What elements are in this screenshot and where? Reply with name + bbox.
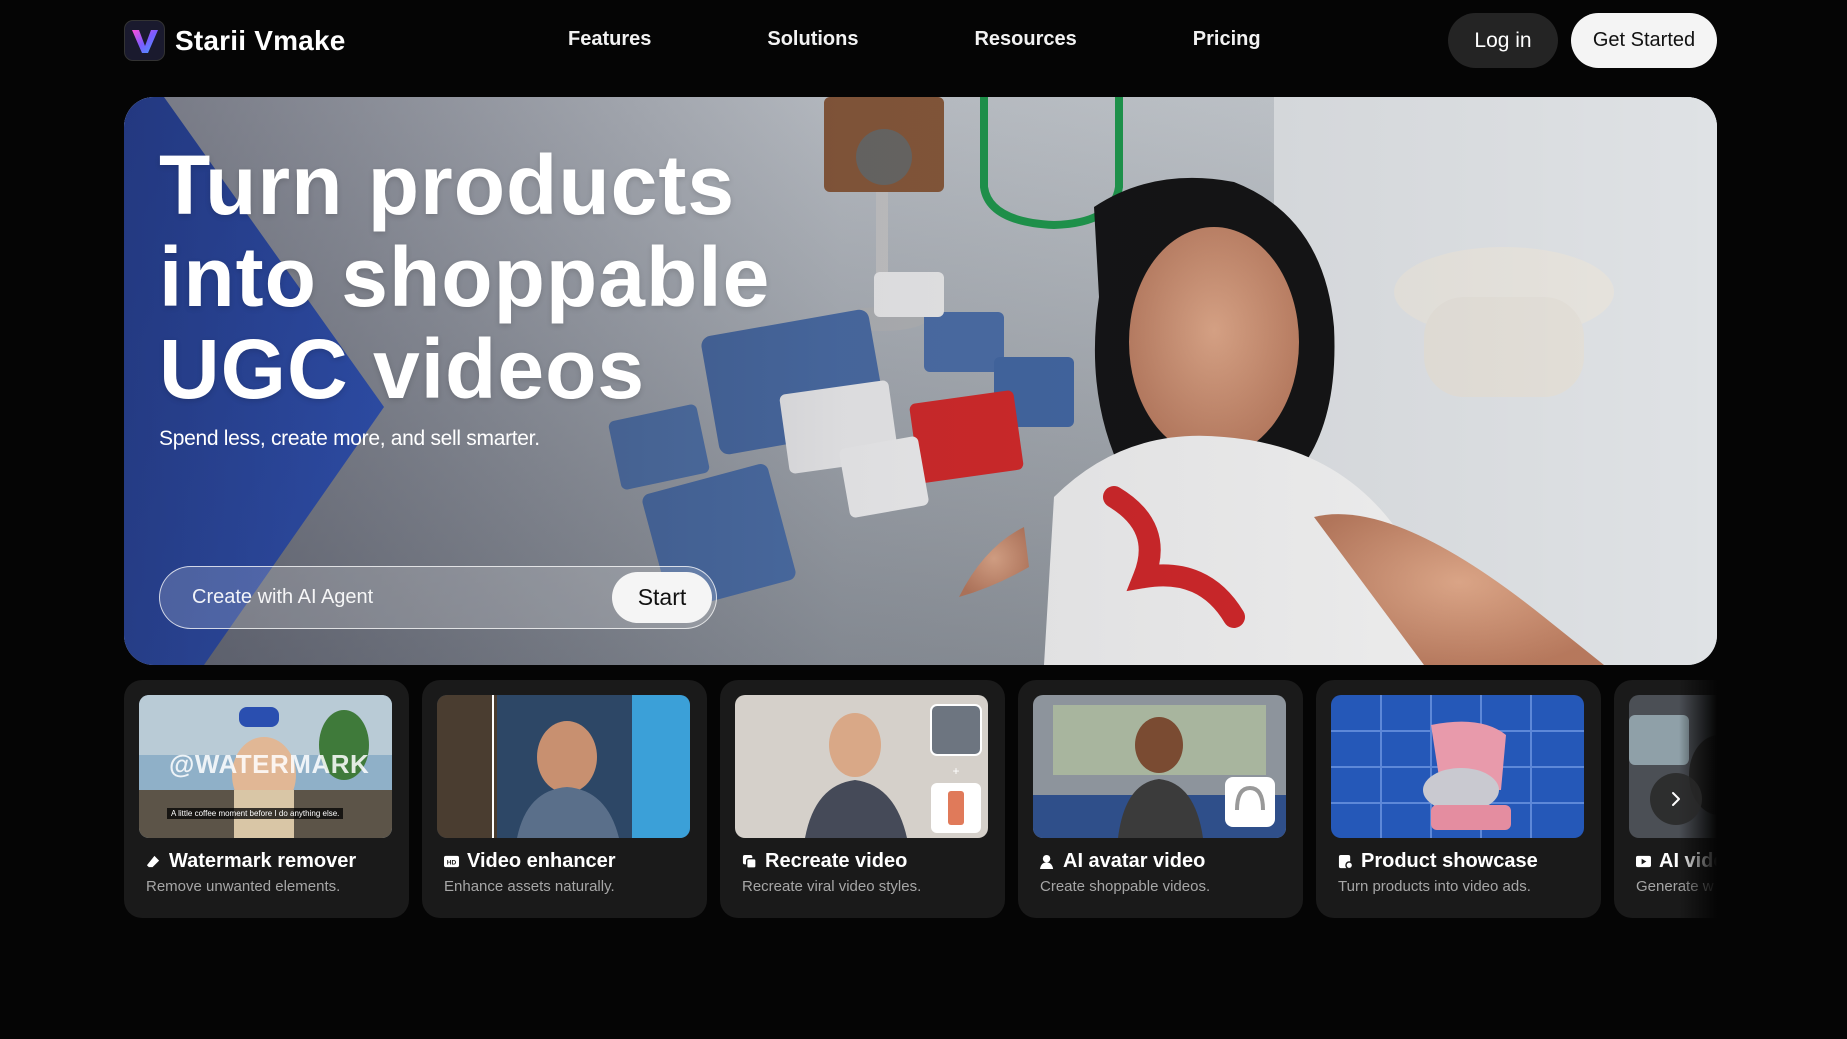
brand-logo[interactable]: Starii Vmake [124, 20, 346, 61]
recreate-icon [742, 854, 757, 869]
card-description: Generate w [1636, 878, 1714, 895]
card-title-text: AI video [1659, 850, 1717, 872]
card-thumbnail [1033, 695, 1286, 838]
card-recreate-video[interactable]: + Recreate video Recreate viral video st… [720, 680, 1005, 918]
watermark-overlay-text: @WATERMARK [169, 749, 370, 779]
card-description: Create shoppable videos. [1040, 878, 1211, 895]
ai-agent-input[interactable] [192, 567, 572, 627]
hd-icon: HD [444, 855, 459, 868]
nav-pricing[interactable]: Pricing [1193, 28, 1261, 51]
product-icon [1338, 854, 1353, 869]
v-logo-icon [124, 20, 165, 61]
card-thumbnail [1331, 695, 1584, 838]
carousel-next-button[interactable] [1650, 773, 1702, 825]
thumbnail-caption: A little coffee moment before I do anyth… [167, 808, 344, 819]
get-started-button[interactable]: Get Started [1571, 13, 1717, 68]
card-title: Watermark remover [146, 850, 356, 873]
svg-text:HD: HD [447, 859, 457, 866]
nav-solutions[interactable]: Solutions [767, 28, 858, 51]
eraser-icon [146, 855, 160, 868]
card-description: Recreate viral video styles. [742, 878, 922, 895]
card-watermark-remover[interactable]: @WATERMARK A little coffee moment before… [124, 680, 409, 918]
main-menu: Features Solutions Resources Pricing [568, 28, 1261, 51]
nav-features[interactable]: Features [568, 28, 651, 51]
hero-title: Turn products into shoppable UGC videos [159, 138, 771, 416]
play-icon [1636, 855, 1651, 868]
card-thumbnail: + [735, 695, 988, 838]
avatar-icon [1040, 854, 1054, 869]
card-title-text: Recreate video [765, 850, 908, 872]
brand-name: Starii Vmake [175, 24, 346, 56]
card-title-text: AI avatar video [1063, 850, 1206, 872]
card-thumbnail [437, 695, 690, 838]
card-title: Recreate video [742, 850, 907, 873]
card-title-text: Product showcase [1361, 850, 1538, 872]
card-title: AI avatar video [1040, 850, 1205, 873]
login-button[interactable]: Log in [1448, 13, 1558, 68]
hero-subtitle: Spend less, create more, and sell smarte… [159, 427, 540, 450]
card-description: Turn products into video ads. [1338, 878, 1531, 895]
card-thumbnail: @WATERMARK A little coffee moment before… [139, 695, 392, 838]
card-description: Remove unwanted elements. [146, 878, 341, 895]
top-nav: Starii Vmake Features Solutions Resource… [0, 0, 1847, 82]
card-title: HD Video enhancer [444, 850, 616, 873]
card-title: Product showcase [1338, 850, 1538, 873]
card-product-showcase[interactable]: Product showcase Turn products into vide… [1316, 680, 1601, 918]
chevron-right-icon [1672, 792, 1680, 806]
ai-agent-bar: Start [159, 566, 717, 629]
nav-resources[interactable]: Resources [974, 28, 1076, 51]
card-description: Enhance assets naturally. [444, 878, 615, 895]
hero-banner: Turn products into shoppable UGC videos … [124, 97, 1717, 665]
svg-text:+: + [952, 764, 959, 778]
card-title-text: Video enhancer [467, 850, 616, 872]
card-title: AI video [1636, 850, 1717, 873]
card-video-enhancer[interactable]: HD Video enhancer Enhance assets natural… [422, 680, 707, 918]
card-ai-avatar-video[interactable]: AI avatar video Create shoppable videos. [1018, 680, 1303, 918]
card-title-text: Watermark remover [169, 850, 357, 872]
start-button[interactable]: Start [612, 572, 712, 623]
feature-cards: @WATERMARK A little coffee moment before… [124, 680, 1717, 918]
hero-copy: Turn products into shoppable UGC videos … [159, 139, 770, 451]
